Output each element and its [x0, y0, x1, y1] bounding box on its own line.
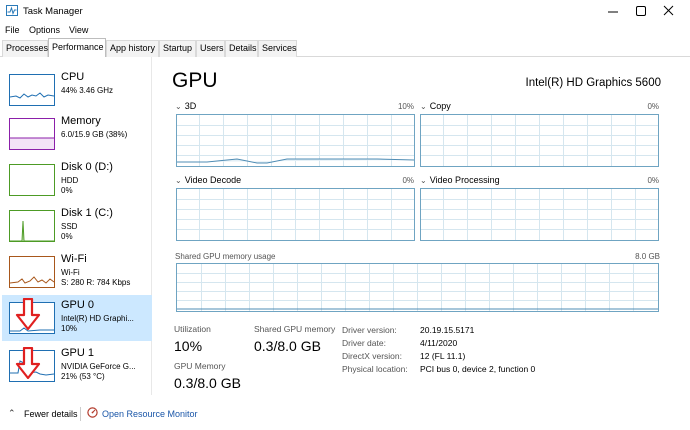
sidebar-item-cpu[interactable]: CPU 44% 3.46 GHz: [2, 67, 152, 113]
graph-copy-percent: 0%: [647, 102, 659, 111]
shared-memory-graph-max: 8.0 GB: [635, 252, 660, 261]
sidebar-item-detail: HDD: [61, 176, 79, 185]
menu-options[interactable]: Options: [29, 25, 60, 35]
sidebar-item-title: GPU 1: [61, 347, 95, 359]
directx-version-key: DirectX version:: [342, 351, 402, 361]
sidebar-item-usage: 0%: [61, 232, 73, 241]
sidebar-item-memory[interactable]: Memory 6.0/15.9 GB (38%): [2, 111, 152, 157]
footer-divider: [80, 407, 81, 421]
graph-video-decode-label: Video Decode: [184, 175, 242, 185]
directx-version-value: 12 (FL 11.1): [420, 351, 466, 361]
fewer-details-button[interactable]: Fewer details: [24, 409, 78, 419]
graph-copy: [420, 114, 659, 167]
shared-memory-label: Shared GPU memory: [254, 324, 336, 334]
menu-view[interactable]: View: [69, 25, 88, 35]
graph-video-processing: [420, 188, 659, 241]
graph-copy-selector[interactable]: ⌄ Copy: [420, 101, 451, 111]
tab-performance[interactable]: Performance: [48, 38, 106, 57]
cpu-thumbnail-graph: [9, 74, 55, 106]
utilization-value: 10%: [174, 338, 203, 354]
sidebar-item-title: Wi-Fi: [61, 253, 87, 265]
gpu-memory-value: 0.3/8.0 GB: [174, 375, 241, 391]
driver-date-value: 4/11/2020: [420, 338, 458, 348]
physical-location-value: PCI bus 0, device 2, function 0: [420, 364, 536, 374]
window-title: Task Manager: [23, 6, 83, 17]
chevron-down-icon: ⌄: [420, 102, 427, 111]
memory-thumbnail-graph: [9, 118, 55, 150]
task-manager-icon: [6, 5, 18, 16]
annotation-arrow-down-icon: [15, 347, 41, 379]
sidebar-item-title: CPU: [61, 71, 85, 83]
utilization-label: Utilization: [174, 324, 211, 334]
sidebar-item-detail: Wi-Fi: [61, 268, 80, 277]
title-bar: Task Manager: [0, 0, 690, 22]
tab-users[interactable]: Users: [196, 40, 225, 57]
tab-services[interactable]: Services: [258, 40, 297, 57]
wifi-thumbnail-graph: [9, 256, 55, 288]
resource-sidebar: CPU 44% 3.46 GHz Memory 6.0/15.9 GB (38%…: [0, 57, 152, 395]
tab-details[interactable]: Details: [225, 40, 258, 57]
sidebar-item-disk-0[interactable]: Disk 0 (D:) HDD 0%: [2, 157, 152, 203]
close-icon[interactable]: [656, 2, 682, 20]
driver-version-key: Driver version:: [342, 325, 397, 335]
gpu-detail-panel: GPU Intel(R) HD Graphics 5600 ⌄ 3D 10% ⌄ C…: [160, 57, 690, 395]
menu-file[interactable]: File: [5, 25, 20, 35]
graph-video-decode-selector[interactable]: ⌄ Video Decode: [175, 175, 241, 185]
tab-startup[interactable]: Startup: [159, 40, 196, 57]
tab-processes[interactable]: Processes: [2, 40, 48, 57]
chevron-up-icon[interactable]: ⌃: [8, 408, 16, 419]
graph-3d: [176, 114, 415, 167]
graph-video-processing-label: Video Processing: [429, 175, 500, 185]
graph-video-processing-percent: 0%: [647, 176, 659, 185]
open-resource-monitor-link[interactable]: Open Resource Monitor: [102, 409, 198, 419]
graph-3d-percent: 10%: [397, 102, 414, 111]
menu-bar: File Options View: [0, 22, 690, 38]
sidebar-item-detail: SSD: [61, 222, 78, 231]
driver-version-value: 20.19.15.5171: [420, 325, 475, 335]
gpu-model-name: Intel(R) HD Graphics 5600: [525, 77, 662, 89]
annotation-arrow-down-icon: [15, 298, 41, 330]
graph-3d-selector[interactable]: ⌄ 3D: [175, 101, 196, 111]
sidebar-item-usage: 0%: [61, 186, 73, 195]
sidebar-item-detail: NVIDIA GeForce G...: [61, 362, 136, 371]
sidebar-item-disk-1[interactable]: Disk 1 (C:) SSD 0%: [2, 203, 152, 249]
graph-video-decode: [176, 188, 415, 241]
physical-location-key: Physical location:: [342, 364, 408, 374]
sidebar-item-title: Disk 0 (D:): [61, 161, 113, 173]
maximize-icon[interactable]: [628, 2, 654, 20]
sidebar-item-title: Disk 1 (C:): [61, 207, 113, 219]
chevron-down-icon: ⌄: [175, 102, 182, 111]
tab-bar: Processes Performance App history Startu…: [0, 38, 690, 57]
gpu-memory-label: GPU Memory: [174, 361, 226, 371]
shared-memory-graph: [176, 263, 659, 312]
graph-video-processing-selector[interactable]: ⌄ Video Processing: [420, 175, 500, 185]
sidebar-item-detail: 44% 3.46 GHz: [61, 86, 114, 95]
chevron-down-icon: ⌄: [420, 176, 427, 185]
chevron-down-icon: ⌄: [175, 176, 182, 185]
disk0-thumbnail-graph: [9, 164, 55, 196]
shared-memory-graph-label: Shared GPU memory usage: [175, 252, 276, 261]
shared-memory-value: 0.3/8.0 GB: [254, 338, 321, 354]
graph-copy-label: Copy: [429, 101, 451, 111]
performance-content: CPU 44% 3.46 GHz Memory 6.0/15.9 GB (38%…: [0, 57, 690, 395]
minimize-icon[interactable]: [600, 2, 626, 20]
sidebar-item-title: GPU 0: [61, 299, 95, 311]
graph-3d-label: 3D: [184, 101, 197, 111]
sidebar-item-usage: 10%: [61, 324, 78, 333]
sidebar-item-title: Memory: [61, 115, 101, 127]
sidebar-item-wifi[interactable]: Wi-Fi Wi-Fi S: 280 R: 784 Kbps: [2, 249, 152, 295]
sidebar-item-detail: 6.0/15.9 GB (38%): [61, 130, 128, 139]
tab-app-history[interactable]: App history: [106, 40, 159, 57]
resource-monitor-icon: [87, 407, 98, 418]
disk1-thumbnail-graph: [9, 210, 55, 242]
footer-bar: ⌃ Fewer details Open Resource Monitor: [0, 400, 690, 430]
page-title: GPU: [172, 69, 218, 92]
sidebar-item-detail: Intel(R) HD Graphi...: [61, 314, 134, 323]
sidebar-item-throughput: S: 280 R: 784 Kbps: [61, 278, 131, 287]
driver-date-key: Driver date:: [342, 338, 386, 348]
sidebar-item-usage: 21% (53 °C): [61, 372, 105, 381]
graph-video-decode-percent: 0%: [402, 176, 414, 185]
